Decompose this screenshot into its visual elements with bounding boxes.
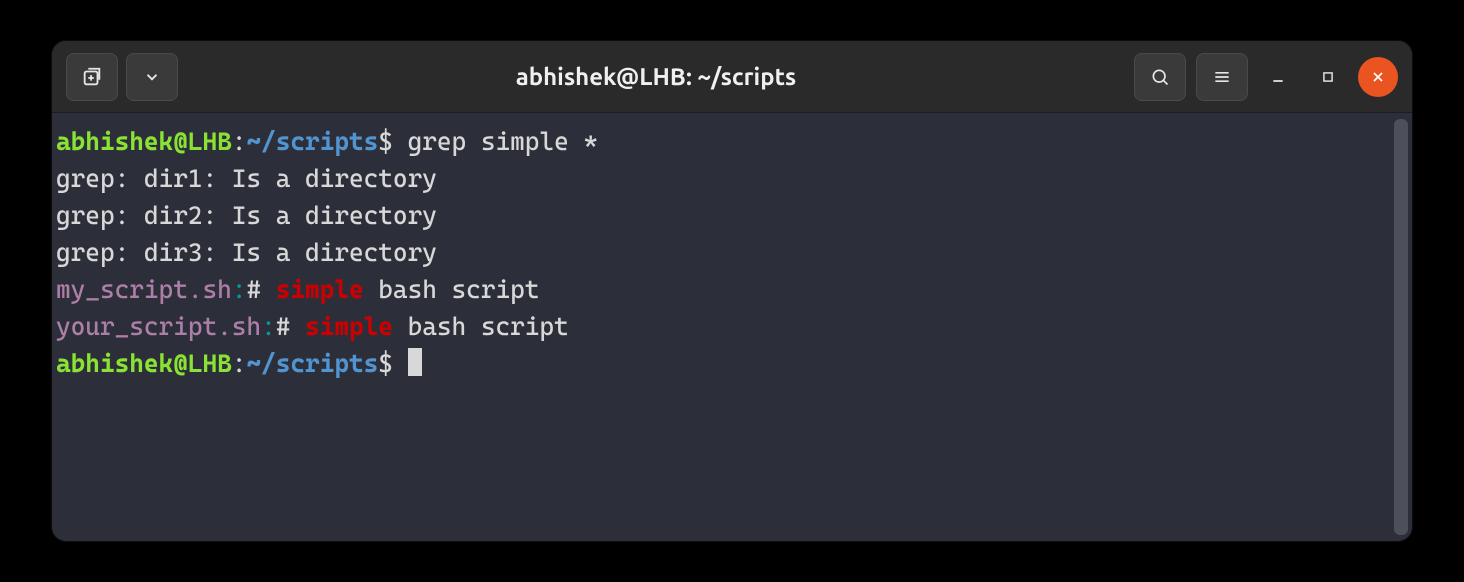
close-button[interactable] (1358, 57, 1398, 97)
prompt-user: abhishek (56, 127, 173, 156)
output-line: grep: dir2: Is a directory (56, 201, 437, 230)
output-line: grep: dir3: Is a directory (56, 238, 437, 267)
terminal-body-wrap: abhishek@LHB:~/scripts$ grep simple * gr… (52, 113, 1412, 541)
titlebar-left-group (66, 53, 178, 101)
output-line: grep: dir1: Is a directory (56, 164, 437, 193)
search-icon (1150, 67, 1170, 87)
new-tab-icon (81, 66, 103, 88)
grep-post: bash script (364, 275, 540, 304)
prompt-symbol: $ (378, 349, 393, 378)
cursor (408, 348, 422, 376)
grep-filename: your_script.sh (56, 312, 261, 341)
titlebar: abhishek@LHB: ~/scripts (52, 41, 1412, 113)
prompt-path: ~/scripts (246, 127, 378, 156)
grep-match: simple (276, 275, 364, 304)
prompt-colon: : (232, 127, 247, 156)
minimize-button[interactable] (1258, 57, 1298, 97)
hamburger-icon (1212, 67, 1232, 87)
prompt-symbol: $ (378, 127, 393, 156)
window-title: abhishek@LHB: ~/scripts (188, 63, 1124, 90)
new-tab-button[interactable] (66, 53, 118, 101)
grep-filename: my_script.sh (56, 275, 232, 304)
grep-match: simple (305, 312, 393, 341)
prompt-host: LHB (188, 127, 232, 156)
search-button[interactable] (1134, 53, 1186, 101)
hamburger-menu-button[interactable] (1196, 53, 1248, 101)
prompt-host: LHB (188, 349, 232, 378)
prompt-at: @ (173, 127, 188, 156)
minimize-icon (1270, 69, 1286, 85)
scrollbar[interactable] (1394, 119, 1408, 535)
maximize-button[interactable] (1308, 57, 1348, 97)
prompt-path: ~/scripts (246, 349, 378, 378)
terminal-window: abhishek@LHB: ~/scripts (52, 41, 1412, 541)
command-text: grep simple * (393, 127, 598, 156)
grep-pre: # (246, 275, 275, 304)
prompt-at: @ (173, 349, 188, 378)
maximize-icon (1321, 70, 1335, 84)
grep-separator: : (232, 275, 247, 304)
prompt-user: abhishek (56, 349, 173, 378)
grep-post: bash script (393, 312, 569, 341)
grep-separator: : (261, 312, 276, 341)
titlebar-right-group (1134, 53, 1398, 101)
terminal-content[interactable]: abhishek@LHB:~/scripts$ grep simple * gr… (52, 113, 1394, 541)
grep-pre: # (276, 312, 305, 341)
prompt-colon: : (232, 349, 247, 378)
chevron-down-icon (143, 68, 161, 86)
tab-menu-button[interactable] (126, 53, 178, 101)
close-icon (1370, 69, 1386, 85)
